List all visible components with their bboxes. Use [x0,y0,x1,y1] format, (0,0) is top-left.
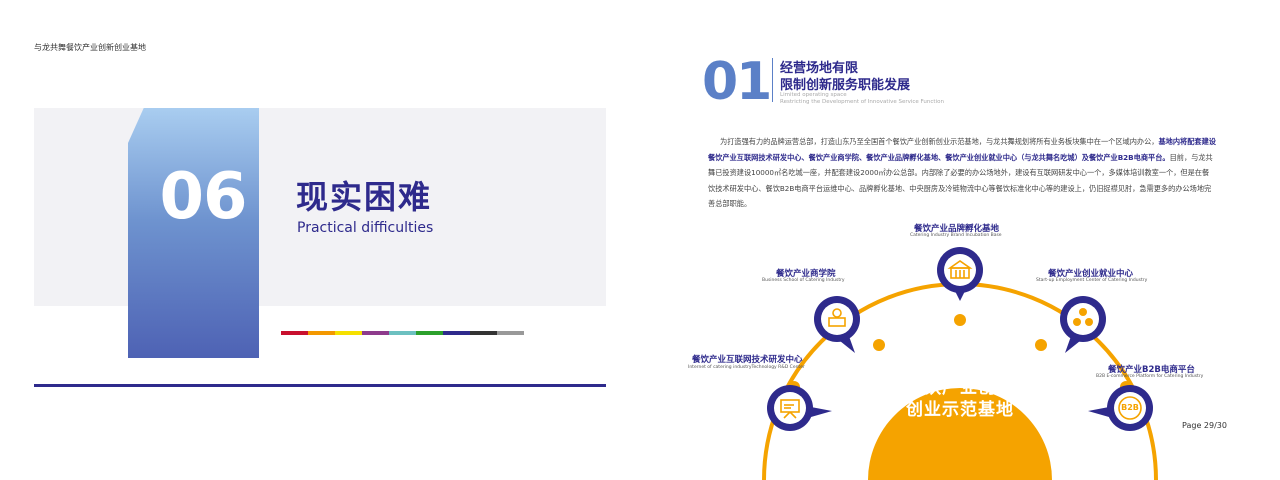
pin-node-rd [767,385,832,431]
section-title-line2: 限制创新服务职能发展 [780,78,911,93]
chapter-number: 06 [159,160,247,234]
color-strip-segment [335,331,362,335]
paragraph-part1: 为打造强有力的品牌运营总部，打造山东乃至全国首个餐饮产业创新创业示范基地，与龙共… [720,137,1159,146]
chapter-title-en: Practical difficulties [297,220,434,236]
node-label-en: Catering Industry Brand Incubation Base [910,233,1002,238]
color-strip-segment [362,331,389,335]
diagram-graphic [762,247,1158,480]
node-label-en: Business School of Catering Industry [762,278,845,283]
pin-node-brand [937,247,983,301]
structure-diagram: B2B 餐饮产业创新 创业示范基地 餐饮产业互联网技术研发中心 Internet… [640,215,1280,480]
color-strip-segment [497,331,524,335]
b2b-badge: B2B [1121,403,1139,412]
node-label-cn: 餐饮产业互联网技术研发中心 [692,355,803,365]
color-strip-segment [389,331,416,335]
color-strip-segment [443,331,470,335]
node-label-en: Start-up Employment Center of Catering I… [1036,278,1148,283]
section-subtitle-en1: Limited operating space [780,92,847,98]
color-strip-segment [416,331,443,335]
page-number: Page 29/30 [1182,421,1227,430]
section-divider [772,58,773,102]
bottom-divider [34,384,606,387]
color-strip-segment [308,331,335,335]
section-subtitle-en2: Restricting the Development of Innovativ… [780,99,944,105]
connector-dot [954,314,966,326]
hub-title-line2: 创业示范基地 [906,400,1014,420]
color-strip-segment [281,331,308,335]
chapter-title-cn: 现实困难 [296,178,433,216]
node-label-en: Internet of catering industryTechnology … [688,365,805,370]
connector-dot [873,339,885,351]
body-paragraph: 为打造强有力的品牌运营总部，打造山东乃至全国首个餐饮产业创新创业示范基地，与龙共… [708,134,1216,212]
color-strip-segment [470,331,497,335]
node-label-en: B2B E-commerce Platform for Catering Ind… [1096,374,1204,379]
connector-dot [1035,339,1047,351]
section-number: 01 [702,52,772,112]
color-strip [281,331,524,335]
header-title: 与龙共舞餐饮产业创新创业基地 [34,43,146,52]
